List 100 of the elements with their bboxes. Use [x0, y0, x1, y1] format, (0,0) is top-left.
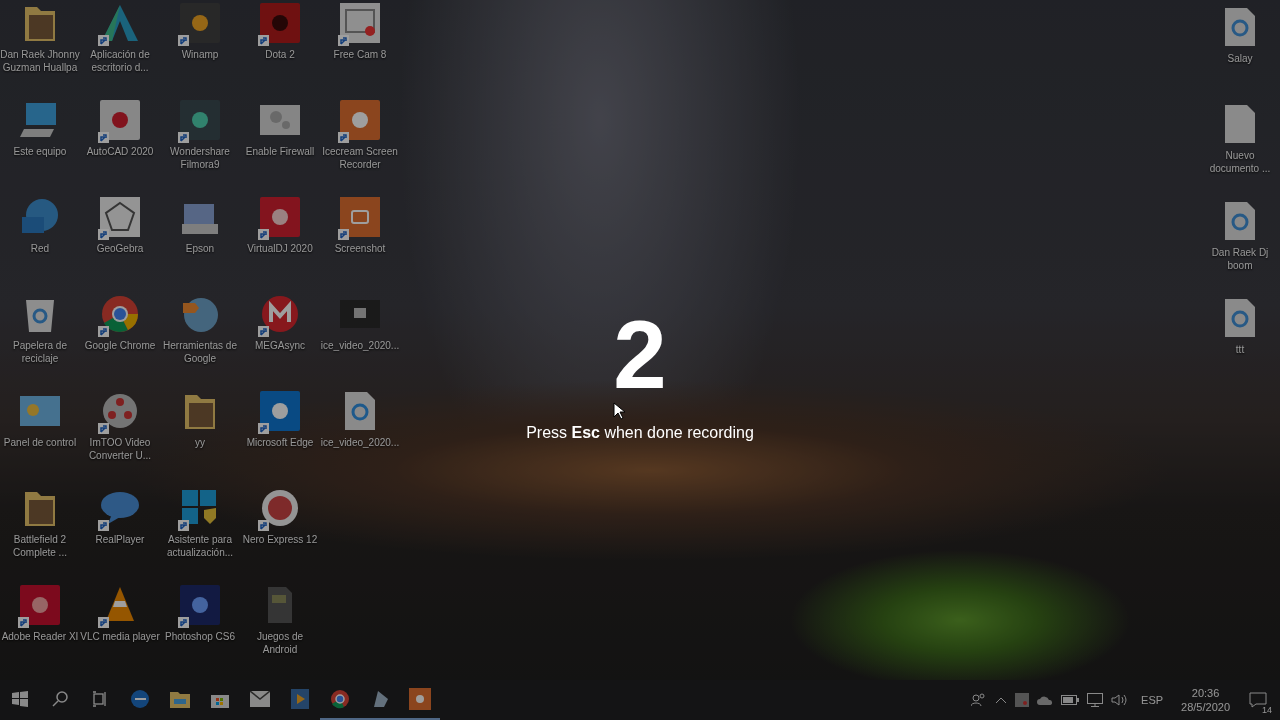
screen-record-icon[interactable] — [1013, 691, 1032, 709]
chat-bubble-icon — [1249, 692, 1267, 708]
desktop-shortcut[interactable]: Herramientas de Google — [160, 291, 240, 388]
letter-circle-icon — [261, 295, 299, 333]
icon-label: Dota 2 — [264, 48, 296, 61]
desktop-shortcut[interactable]: Nuevo documento ... — [1200, 101, 1280, 198]
desktop-shortcut[interactable]: Dan Raek Dj boom — [1200, 198, 1280, 295]
battery-icon[interactable] — [1059, 693, 1082, 707]
icon-label: RealPlayer — [94, 533, 146, 546]
icon-label: Dan Raek Dj boom — [1210, 246, 1270, 272]
film-reel-icon — [101, 392, 139, 430]
notification-count: 14 — [1262, 705, 1272, 715]
icon-label: Papelera de reciclaje — [12, 339, 68, 365]
desktop-shortcut[interactable]: GeoGebra — [80, 194, 160, 291]
desktop-shortcut[interactable]: Icecream Screen Recorder — [320, 97, 400, 194]
record-icon — [340, 100, 380, 140]
desktop-shortcut[interactable]: Adobe Reader XI — [0, 582, 80, 679]
desktop-shortcut[interactable]: Battlefield 2 Complete ... — [0, 485, 80, 582]
desktop-shortcut[interactable]: Papelera de reciclaje — [0, 291, 80, 388]
icon-label: Enable Firewall — [244, 145, 316, 158]
desktop-shortcut[interactable]: Winamp — [160, 0, 240, 97]
icon-label: Winamp — [180, 48, 220, 61]
gears-icon — [260, 105, 300, 135]
icon-label: MEGAsync — [254, 339, 306, 352]
desktop-shortcut[interactable]: Dan Raek Jhonny Guzman Huallpa — [0, 0, 80, 97]
desktop-shortcut[interactable]: ttt — [1200, 295, 1280, 392]
countdown-number: 2 — [613, 300, 667, 410]
icon-label: AutoCAD 2020 — [85, 145, 155, 158]
desktop-shortcut[interactable]: Microsoft Edge — [240, 388, 320, 485]
icon-label: Juegos de Android — [255, 630, 305, 656]
desktop-shortcut[interactable]: Red — [0, 194, 80, 291]
camera-icon — [340, 197, 380, 237]
desktop-shortcut[interactable]: Screenshot — [320, 194, 400, 291]
desktop-shortcut[interactable]: Epson — [160, 194, 240, 291]
pentagon-graph-icon — [100, 197, 140, 237]
desktop-shortcut[interactable]: ice_video_2020... — [320, 388, 400, 485]
icon-label: Salay — [1226, 52, 1254, 65]
network-icon[interactable] — [1085, 691, 1106, 709]
record-icon — [409, 688, 431, 710]
mouse-cursor-icon — [613, 402, 625, 420]
app-tile-icon — [100, 100, 140, 140]
icon-label: Aplicación de escritorio d... — [89, 48, 151, 74]
desktop-shortcut[interactable]: Juegos de Android — [240, 582, 320, 679]
desktop-shortcut[interactable]: VLC media player — [80, 582, 160, 679]
app-tile-icon — [180, 585, 220, 625]
icon-label: ice_video_2020... — [320, 339, 400, 352]
icon-label: Free Cam 8 — [332, 48, 388, 61]
icon-label: Icecream Screen Recorder — [321, 145, 399, 171]
desktop-shortcut[interactable]: AutoCAD 2020 — [80, 97, 160, 194]
task-view-icon — [92, 691, 108, 707]
desktop-shortcut[interactable]: Este equipo — [0, 97, 80, 194]
desktop-shortcut[interactable]: yy — [160, 388, 240, 485]
volume-icon[interactable] — [1109, 691, 1130, 709]
desktop-shortcut[interactable]: ice_video_2020... — [320, 291, 400, 388]
mail-icon — [250, 691, 270, 707]
desktop-shortcut[interactable]: Salay — [1200, 4, 1280, 101]
desktop-shortcut[interactable]: Google Chrome — [80, 291, 160, 388]
desktop-shortcut[interactable]: Dota 2 — [240, 0, 320, 97]
icon-label: Herramientas de Google — [162, 339, 238, 365]
desktop-shortcut[interactable]: Wondershare Filmora9 — [160, 97, 240, 194]
icon-label: VLC media player — [80, 630, 160, 643]
notification-button[interactable]: 14 — [1240, 682, 1276, 718]
icon-label: Battlefield 2 Complete ... — [12, 533, 68, 559]
audio-file-icon — [1225, 299, 1255, 337]
desktop-shortcut[interactable]: Aplicación de escritorio d... — [80, 0, 160, 97]
desktop-shortcut[interactable]: Free Cam 8 — [320, 0, 400, 97]
clock[interactable]: 20:36 28/5/2020 — [1175, 686, 1236, 714]
search-icon — [52, 691, 68, 707]
folder-icon — [170, 690, 190, 708]
icon-label: Nero Express 12 — [241, 533, 319, 546]
icon-label: ice_video_2020... — [320, 436, 400, 449]
app-tile-icon — [260, 3, 300, 43]
globe-icon — [181, 295, 219, 333]
video-thumbnail-icon — [340, 300, 380, 328]
desktop-shortcut[interactable]: Photoshop CS6 — [160, 582, 240, 679]
desktop-shortcut[interactable]: VirtualDJ 2020 — [240, 194, 320, 291]
memory-card-icon — [268, 587, 292, 623]
desktop-shortcut[interactable]: ImTOO Video Converter U... — [80, 388, 160, 485]
icon-label: Adobe Reader XI — [0, 630, 80, 643]
app-tile-icon — [180, 100, 220, 140]
clock-time: 20:36 — [1191, 686, 1220, 700]
desktop-shortcut[interactable]: Nero Express 12 — [240, 485, 320, 582]
icon-label: VirtualDJ 2020 — [246, 242, 314, 255]
control-panel-icon — [20, 396, 60, 426]
desktop-shortcut[interactable]: Asistente para actualización... — [160, 485, 240, 582]
recording-hint: Press Esc when done recording — [526, 424, 754, 442]
input-language[interactable]: ESP — [1133, 694, 1172, 706]
icon-label: Wondershare Filmora9 — [169, 145, 231, 171]
disc-icon — [261, 489, 299, 527]
audio-file-icon — [1225, 8, 1255, 46]
play-icon — [291, 689, 309, 709]
icon-label: ImTOO Video Converter U... — [87, 436, 153, 462]
desktop-shortcut[interactable]: MEGAsync — [240, 291, 320, 388]
icon-label: Red — [29, 242, 51, 255]
desktop-shortcut[interactable]: RealPlayer — [80, 485, 160, 582]
desktop-shortcut[interactable]: Enable Firewall — [240, 97, 320, 194]
icon-label: Este equipo — [12, 145, 68, 158]
audio-file-icon — [1225, 202, 1255, 240]
icon-label: Panel de control — [2, 436, 78, 449]
desktop-shortcut[interactable]: Panel de control — [0, 388, 80, 485]
